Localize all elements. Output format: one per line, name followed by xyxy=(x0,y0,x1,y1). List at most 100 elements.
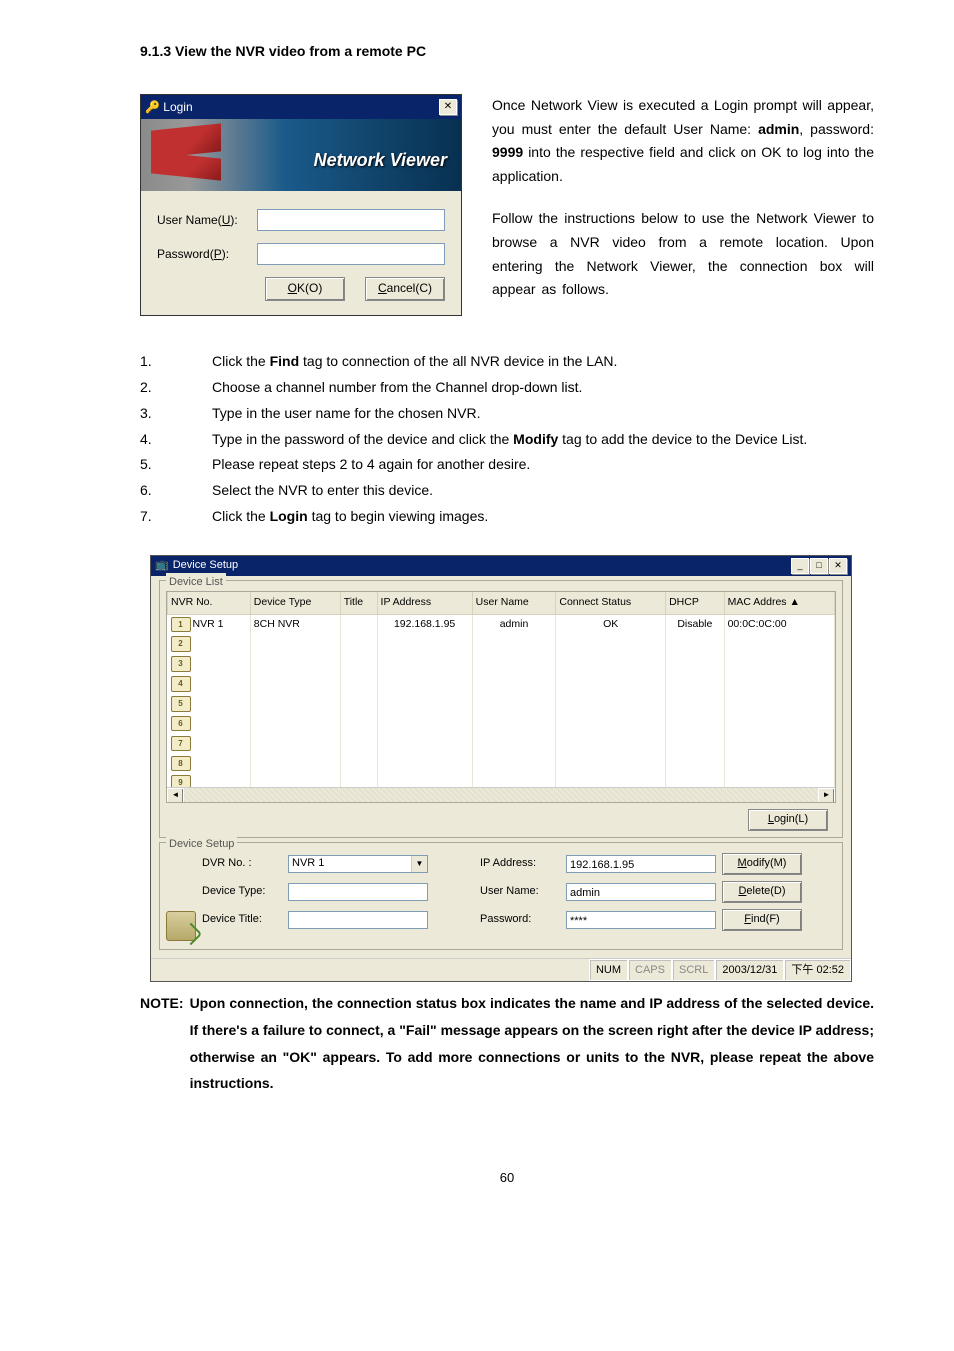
side-text: Once Network View is executed a Login pr… xyxy=(492,94,874,320)
password-label: Password(P): xyxy=(157,244,257,264)
table-row[interactable]: 4 xyxy=(168,674,835,694)
login-button-row: Login(L) xyxy=(166,809,828,831)
login-dialog: 🔑 Login ✕ Network Viewer User Name(U): P… xyxy=(140,94,462,316)
close-window-icon[interactable]: ✕ xyxy=(829,558,847,574)
login-title: 🔑 Login xyxy=(145,97,193,117)
device-title-input[interactable] xyxy=(288,911,428,929)
dvr-no-value: NVR 1 xyxy=(292,854,324,873)
device-setup-legend: Device Setup xyxy=(166,835,237,854)
horizontal-scrollbar[interactable]: ◄ ► xyxy=(167,787,835,802)
login-button[interactable]: Login(L) xyxy=(748,809,828,831)
device-list-legend: Device List xyxy=(166,573,226,592)
cancel-button[interactable]: Cancel(C) xyxy=(365,277,445,301)
col-header[interactable]: Device Type xyxy=(250,592,340,614)
device-titlebar: 📺 Device Setup _ □ ✕ xyxy=(151,556,851,576)
step-text: Click the Login tag to begin viewing ima… xyxy=(212,505,488,529)
modify-button[interactable]: Modify(M) xyxy=(722,853,802,875)
device-table-wrap: NVR No.Device TypeTitleIP AddressUser Na… xyxy=(166,591,836,803)
username-row: User Name(U): xyxy=(157,209,445,231)
login-body: User Name(U): Password(P): OK(O) Cancel(… xyxy=(141,191,461,315)
table-row[interactable]: 3 xyxy=(168,654,835,674)
step-text: Please repeat steps 2 to 4 again for ano… xyxy=(212,453,530,477)
minimize-icon[interactable]: _ xyxy=(791,558,809,574)
para-1: Once Network View is executed a Login pr… xyxy=(492,94,874,189)
scroll-track[interactable] xyxy=(184,788,818,802)
device-setup-group: Device Setup DVR No. : NVR 1 ▼ IP Addres… xyxy=(159,842,843,950)
device-list-group: Device List NVR No.Device TypeTitleIP Ad… xyxy=(159,580,843,838)
step-number: 4. xyxy=(140,428,212,452)
col-header[interactable]: Title xyxy=(340,592,377,614)
status-time: 下午 02:52 xyxy=(784,959,851,982)
step-text: Click the Find tag to connection of the … xyxy=(212,350,617,374)
password-label: Password: xyxy=(480,910,560,929)
step-number: 5. xyxy=(140,453,212,477)
table-body: 1NVR 18CH NVR192.168.1.95adminOKDisable0… xyxy=(168,614,835,803)
step-item: 1.Click the Find tag to connection of th… xyxy=(140,350,874,374)
col-header[interactable]: IP Address xyxy=(377,592,472,614)
status-bar: NUM CAPS SCRL 2003/12/31 下午 02:52 xyxy=(151,958,851,982)
status-caps: CAPS xyxy=(628,959,672,982)
scroll-right-icon[interactable]: ► xyxy=(818,788,835,803)
table-row[interactable]: 1NVR 18CH NVR192.168.1.95adminOKDisable0… xyxy=(168,614,835,634)
step-number: 6. xyxy=(140,479,212,503)
device-table: NVR No.Device TypeTitleIP AddressUser Na… xyxy=(167,592,835,803)
login-buttons: OK(O) Cancel(C) xyxy=(157,277,445,301)
maximize-icon[interactable]: □ xyxy=(810,558,828,574)
username-label: User Name(U): xyxy=(157,210,257,230)
note-block: NOTE: Upon connection, the connection st… xyxy=(140,990,874,1096)
section-heading: 9.1.3 View the NVR video from a remote P… xyxy=(140,40,874,64)
step-item: 4.Type in the password of the device and… xyxy=(140,428,874,452)
close-icon[interactable]: ✕ xyxy=(439,99,457,115)
table-row[interactable]: 8 xyxy=(168,754,835,774)
para-2: Follow the instructions below to use the… xyxy=(492,207,874,302)
col-header[interactable]: Connect Status xyxy=(556,592,666,614)
col-header[interactable]: DHCP xyxy=(666,592,725,614)
col-header[interactable]: MAC Addres ▲ xyxy=(724,592,834,614)
step-number: 2. xyxy=(140,376,212,400)
p1-t2: , password: xyxy=(799,121,874,137)
p1-b3: 9999 xyxy=(492,144,523,160)
note-label: NOTE: xyxy=(140,990,190,1096)
find-button[interactable]: Find(F) xyxy=(722,909,802,931)
step-text: Type in the user name for the chosen NVR… xyxy=(212,402,480,426)
window-controls: _ □ ✕ xyxy=(791,558,847,574)
delete-button[interactable]: Delete(D) xyxy=(722,881,802,903)
password-input[interactable]: **** xyxy=(566,911,716,929)
flag-icon xyxy=(151,127,221,182)
banner-text: Network Viewer xyxy=(314,145,447,176)
p1-t4: into the respective field and click on O… xyxy=(492,144,874,184)
device-type-input[interactable] xyxy=(288,883,428,901)
password-row: Password(P): xyxy=(157,243,445,265)
dvr-no-select[interactable]: NVR 1 ▼ xyxy=(288,855,428,873)
table-row[interactable]: 2 xyxy=(168,634,835,654)
step-item: 5.Please repeat steps 2 to 4 again for a… xyxy=(140,453,874,477)
note-body: Upon connection, the connection status b… xyxy=(190,990,874,1096)
col-header[interactable]: NVR No. xyxy=(168,592,251,614)
step-item: 2.Choose a channel number from the Chann… xyxy=(140,376,874,400)
ip-address-input[interactable]: 192.168.1.95 xyxy=(566,855,716,873)
table-header-row: NVR No.Device TypeTitleIP AddressUser Na… xyxy=(168,592,835,614)
login-titlebar: 🔑 Login ✕ xyxy=(141,95,461,119)
step-text: Select the NVR to enter this device. xyxy=(212,479,433,503)
status-num: NUM xyxy=(589,959,628,982)
device-setup-window: 📺 Device Setup _ □ ✕ Device List NVR No.… xyxy=(150,555,852,983)
col-header[interactable]: User Name xyxy=(472,592,556,614)
username-input[interactable] xyxy=(257,209,445,231)
dvr-no-label: DVR No. : xyxy=(202,854,282,873)
password-input[interactable] xyxy=(257,243,445,265)
username-input[interactable]: admin xyxy=(566,883,716,901)
table-row[interactable]: 7 xyxy=(168,734,835,754)
status-scrl: SCRL xyxy=(672,959,715,982)
device-icon xyxy=(166,911,196,941)
scroll-left-icon[interactable]: ◄ xyxy=(167,788,184,803)
step-text: Choose a channel number from the Channel… xyxy=(212,376,582,400)
table-row[interactable]: 5 xyxy=(168,694,835,714)
username-label: User Name: xyxy=(480,882,560,901)
chevron-down-icon[interactable]: ▼ xyxy=(411,856,427,872)
device-setup-grid: DVR No. : NVR 1 ▼ IP Address: 192.168.1.… xyxy=(166,853,836,943)
top-row: 🔑 Login ✕ Network Viewer User Name(U): P… xyxy=(140,94,874,320)
ok-button[interactable]: OK(O) xyxy=(265,277,345,301)
step-text: Type in the password of the device and c… xyxy=(212,428,807,452)
table-row[interactable]: 6 xyxy=(168,714,835,734)
nvr-icon-cell xyxy=(166,911,196,941)
